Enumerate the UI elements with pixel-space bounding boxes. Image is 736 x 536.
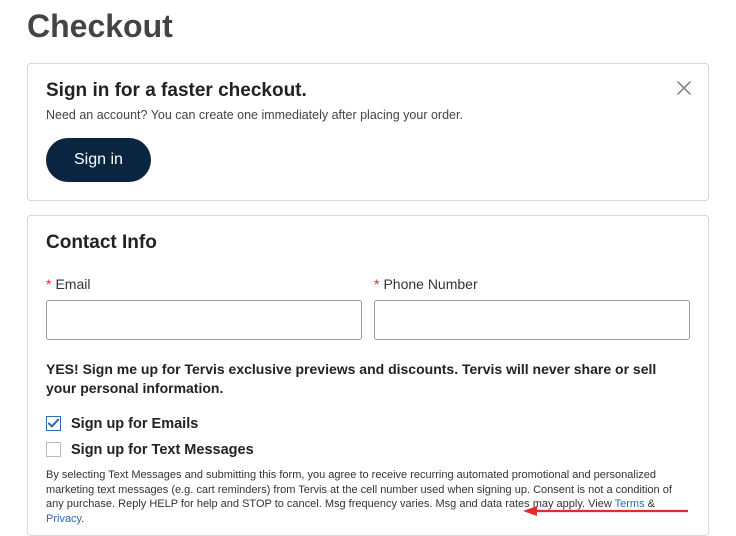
privacy-link[interactable]: Privacy <box>46 513 81 525</box>
close-icon <box>676 84 692 99</box>
signin-panel: Sign in for a faster checkout. Need an a… <box>27 63 709 201</box>
phone-label-text: Phone Number <box>383 276 477 292</box>
signin-title: Sign in for a faster checkout. <box>46 80 690 102</box>
email-label-text: Email <box>55 276 90 292</box>
check-icon <box>48 418 59 429</box>
close-signin-button[interactable] <box>674 78 694 98</box>
legal-pre: By selecting Text Messages and submittin… <box>46 469 672 511</box>
phone-field[interactable] <box>374 300 690 340</box>
contact-info-panel: Contact Info *Email *Phone Number YES! S… <box>27 215 709 536</box>
legal-text: By selecting Text Messages and submittin… <box>46 468 690 527</box>
signup-text-label[interactable]: Sign up for Text Messages <box>71 442 254 458</box>
page-title: Checkout <box>27 8 709 45</box>
contact-info-title: Contact Info <box>46 232 690 254</box>
signup-emails-label[interactable]: Sign up for Emails <box>71 416 198 432</box>
signup-text-checkbox[interactable] <box>46 442 61 457</box>
signin-subtitle: Need an account? You can create one imme… <box>46 108 690 122</box>
terms-link[interactable]: Terms <box>615 498 645 510</box>
legal-amp: & <box>645 498 655 510</box>
legal-post: . <box>81 513 84 525</box>
optin-heading: YES! Sign me up for Tervis exclusive pre… <box>46 360 690 398</box>
email-field[interactable] <box>46 300 362 340</box>
required-mark: * <box>374 276 379 292</box>
email-label: *Email <box>46 276 362 292</box>
phone-label: *Phone Number <box>374 276 690 292</box>
required-mark: * <box>46 276 51 292</box>
signin-button[interactable]: Sign in <box>46 138 151 182</box>
signup-emails-checkbox[interactable] <box>46 416 61 431</box>
